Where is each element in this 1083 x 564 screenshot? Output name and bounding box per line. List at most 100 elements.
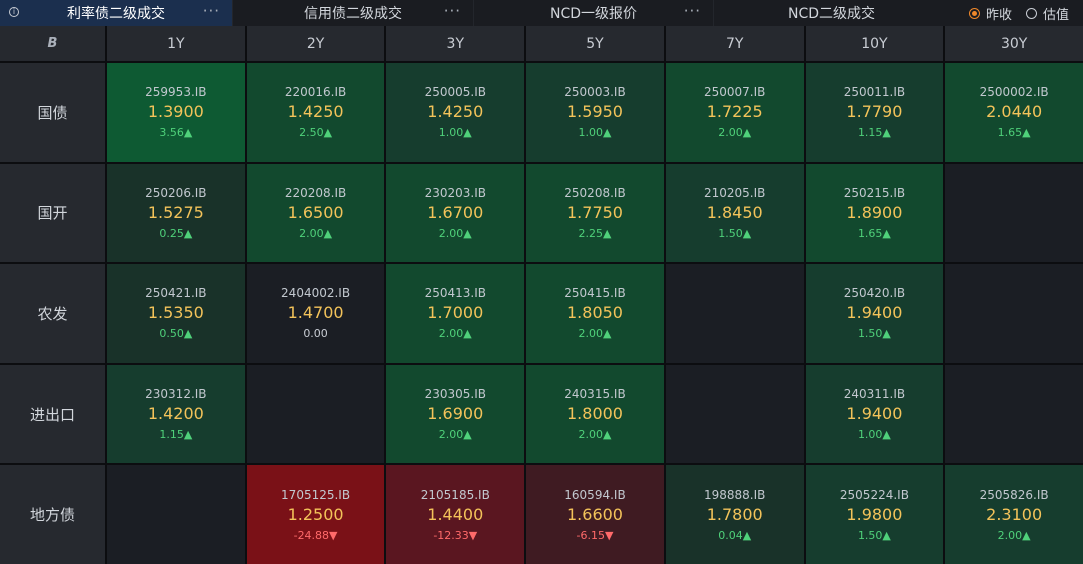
info-icon[interactable]: i	[9, 7, 19, 17]
radio-label: 估值	[1042, 7, 1069, 23]
quote-cell[interactable]: 250208.IB 1.7750 2.25▲	[526, 163, 664, 263]
column-header-2y: 2Y	[246, 26, 385, 61]
quote-cell[interactable]: 259953.IB 1.3900 3.56▲	[107, 63, 245, 162]
yield-value: 1.7800	[706, 504, 763, 524]
corner-header: B	[0, 26, 105, 61]
bond-code: 250011.IB	[843, 85, 906, 100]
quote-cell[interactable]: 250206.IB 1.5275 0.25▲	[107, 163, 245, 263]
bond-code: 250007.IB	[704, 85, 766, 100]
quote-cell[interactable]: 2505826.IB 2.3100 2.00▲	[945, 465, 1083, 564]
quote-cell[interactable]: 230305.IB 1.6900 2.00▲	[386, 364, 525, 464]
radio-valuation[interactable]: 估值	[1025, 4, 1069, 23]
quote-cell[interactable]: 210205.IB 1.8450 1.50▲	[665, 163, 804, 263]
yield-value: 1.6900	[427, 404, 484, 424]
yield-value: 1.9800	[846, 504, 903, 524]
yield-change: 2.00▲	[578, 327, 612, 341]
column-header-7y: 7Y	[665, 26, 804, 61]
yield-value: 1.4250	[427, 102, 484, 122]
bond-code: 230203.IB	[424, 185, 486, 200]
empty-cell	[107, 465, 245, 564]
bond-code: 250215.IB	[843, 185, 906, 200]
bond-code: 2500002.IB	[979, 85, 1049, 100]
row-label: 进出口	[0, 364, 105, 464]
yield-value: 1.7000	[427, 303, 484, 323]
quote-cell[interactable]: 250415.IB 1.8050 2.00▲	[526, 264, 664, 363]
yield-change: 0.00	[303, 327, 328, 341]
yield-change: 1.50▲	[857, 528, 891, 542]
radio-unchecked-icon[interactable]	[1025, 7, 1037, 19]
bond-code: 220208.IB	[284, 185, 347, 200]
quote-cell[interactable]: 1705125.IB 1.2500 -24.88▼	[246, 465, 385, 564]
tab-rate-bond-secondary[interactable]: i 利率债二级成交 ···	[0, 0, 233, 26]
more-menu-icon[interactable]: ···	[444, 0, 461, 26]
bond-code: 240311.IB	[843, 387, 906, 402]
quote-cell[interactable]: 240311.IB 1.9400 1.00▲	[805, 364, 944, 464]
yield-change: -6.15▼	[576, 528, 614, 542]
yield-value: 1.2500	[287, 504, 344, 524]
column-header-10y: 10Y	[805, 26, 944, 61]
empty-cell	[665, 264, 804, 363]
bond-code: 220016.IB	[284, 85, 347, 100]
bond-code: 230305.IB	[424, 387, 486, 402]
tab-ncd-secondary[interactable]: NCD二级成交	[714, 0, 949, 26]
row-label: 地方债	[0, 465, 105, 564]
radio-prev-close[interactable]: 昨收	[968, 4, 1012, 23]
more-menu-icon[interactable]: ···	[684, 0, 701, 26]
tab-ncd-primary-quote[interactable]: NCD一级报价 ···	[474, 0, 714, 26]
empty-cell	[665, 364, 804, 464]
empty-cell	[945, 163, 1083, 263]
quote-cell[interactable]: 220208.IB 1.6500 2.00▲	[246, 163, 385, 263]
bond-code: 2505826.IB	[979, 487, 1049, 502]
bond-code: 250420.IB	[843, 286, 906, 301]
quote-cell[interactable]: 250421.IB 1.5350 0.50▲	[107, 264, 245, 363]
quote-cell[interactable]: 198888.IB 1.7800 0.04▲	[665, 465, 804, 564]
quote-cell[interactable]: 250413.IB 1.7000 2.00▲	[386, 264, 525, 363]
tab-credit-bond-secondary[interactable]: 信用债二级成交 ···	[233, 0, 474, 26]
quote-cell[interactable]: 230312.IB 1.4200 1.15▲	[107, 364, 245, 464]
quote-cell[interactable]: 160594.IB 1.6600 -6.15▼	[526, 465, 664, 564]
quote-cell[interactable]: 250003.IB 1.5950 1.00▲	[526, 63, 664, 162]
bond-code: 250413.IB	[424, 286, 486, 301]
column-header-5y: 5Y	[526, 26, 664, 61]
more-menu-icon[interactable]: ···	[203, 0, 220, 26]
quote-cell[interactable]: 250005.IB 1.4250 1.00▲	[386, 63, 525, 162]
yield-change: 2.00▲	[438, 428, 472, 442]
yield-value: 1.9400	[846, 404, 903, 424]
quote-cell[interactable]: 250011.IB 1.7790 1.15▲	[805, 63, 944, 162]
yield-change: -24.88▼	[293, 528, 338, 542]
quote-cell[interactable]: 250215.IB 1.8900 1.65▲	[805, 163, 944, 263]
quote-cell[interactable]: 220016.IB 1.4250 2.50▲	[246, 63, 385, 162]
bond-code: 230312.IB	[145, 387, 207, 402]
quote-cell[interactable]: 250007.IB 1.7225 2.00▲	[665, 63, 804, 162]
empty-cell	[945, 264, 1083, 363]
yield-value: 1.9400	[846, 303, 903, 323]
quote-cell[interactable]: 230203.IB 1.6700 2.00▲	[386, 163, 525, 263]
quote-cell[interactable]: 2505224.IB 1.9800 1.50▲	[805, 465, 944, 564]
quote-cell[interactable]: 2105185.IB 1.4400 -12.33▼	[386, 465, 525, 564]
quote-cell[interactable]: 2500002.IB 2.0440 1.65▲	[945, 63, 1083, 162]
quote-cell[interactable]: 240315.IB 1.8000 2.00▲	[526, 364, 664, 464]
yield-change: 0.50▲	[159, 327, 193, 341]
bond-code: 250206.IB	[145, 185, 207, 200]
tab-label: NCD二级成交	[787, 6, 876, 22]
quote-cell[interactable]: 250420.IB 1.9400 1.50▲	[805, 264, 944, 363]
radio-checked-icon[interactable]	[968, 7, 980, 19]
tab-label: 利率债二级成交	[67, 6, 165, 22]
tab-label: 信用债二级成交	[304, 6, 402, 22]
yield-change: 0.25▲	[159, 226, 193, 240]
bond-code: 250421.IB	[145, 286, 207, 301]
radio-label: 昨收	[985, 7, 1012, 23]
column-header-3y: 3Y	[386, 26, 525, 61]
bond-code: 198888.IB	[704, 487, 766, 502]
tab-label: NCD一级报价	[549, 6, 638, 22]
yield-change: 1.00▲	[578, 126, 612, 140]
yield-value: 1.6500	[287, 202, 344, 222]
column-header-30y: 30Y	[945, 26, 1083, 61]
yield-change: 2.00▲	[438, 226, 472, 240]
yield-value: 1.5350	[147, 303, 204, 323]
bond-code: 2404002.IB	[281, 286, 351, 301]
quote-cell[interactable]: 2404002.IB 1.4700 0.00	[246, 264, 385, 363]
bond-code: 250003.IB	[564, 85, 626, 100]
yield-change: 0.04▲	[718, 528, 752, 542]
yield-change: 1.65▲	[997, 126, 1031, 140]
